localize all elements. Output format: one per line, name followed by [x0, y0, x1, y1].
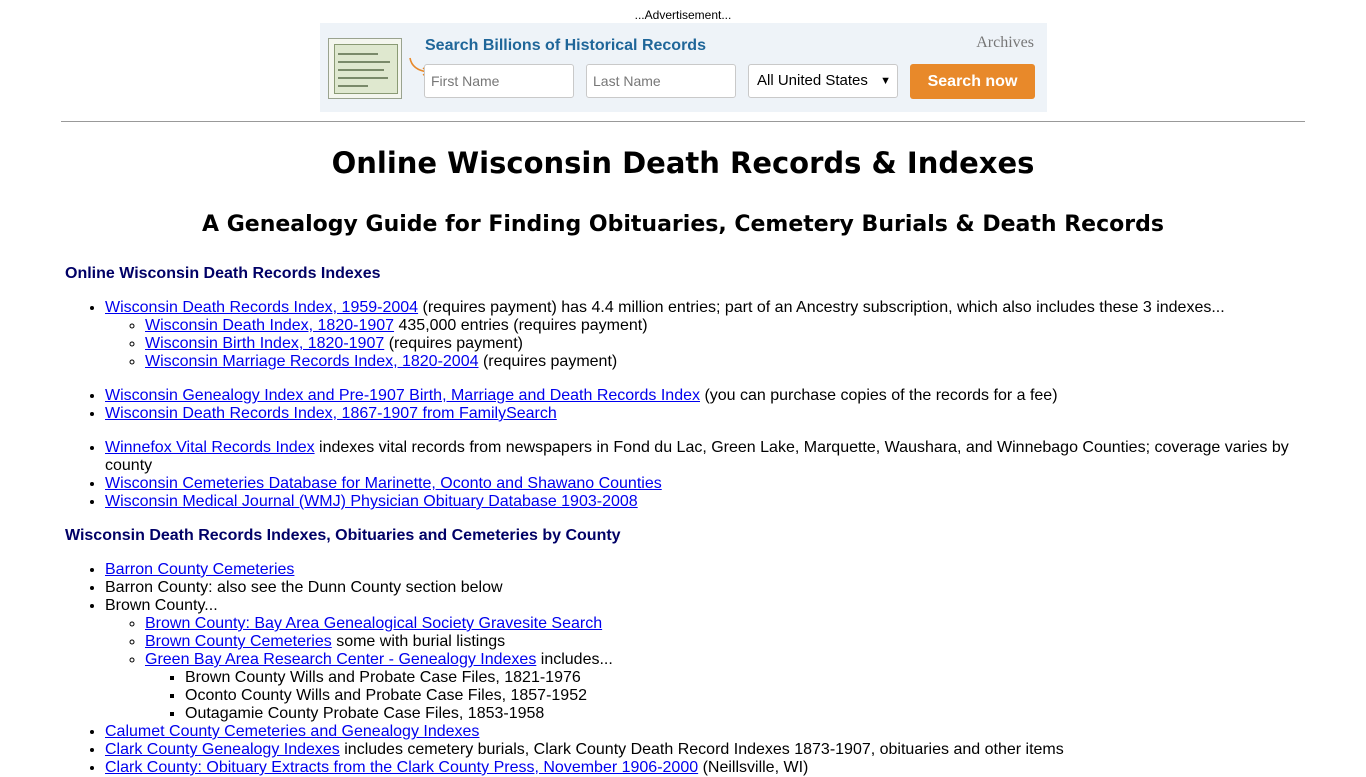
list-item: Barron County: also see the Dunn County … [105, 579, 1300, 597]
last-name-input[interactable] [586, 64, 736, 98]
link[interactable]: Winnefox Vital Records Index [105, 439, 315, 456]
chevron-down-icon: ▼ [880, 75, 891, 87]
link[interactable]: Wisconsin Medical Journal (WMJ) Physicia… [105, 493, 638, 510]
list-item: Green Bay Area Research Center - Genealo… [145, 651, 1300, 723]
list-item: Brown County Wills and Probate Case File… [185, 669, 1300, 687]
list-item: Wisconsin Death Records Index, 1959-2004… [105, 299, 1300, 371]
list-item: Wisconsin Birth Index, 1820-1907 (requir… [145, 335, 1300, 353]
link[interactable]: Barron County Cemeteries [105, 561, 294, 578]
list-item: Wisconsin Genealogy Index and Pre-1907 B… [105, 387, 1300, 405]
link[interactable]: Calumet County Cemeteries and Genealogy … [105, 723, 479, 740]
first-name-input[interactable] [424, 64, 574, 98]
county-list: Barron County Cemeteries Barron County: … [65, 561, 1300, 777]
link[interactable]: Wisconsin Death Index, 1820-1907 [145, 317, 394, 334]
list-item: Outagamie County Probate Case Files, 185… [185, 705, 1300, 723]
link[interactable]: Brown County: Bay Area Genealogical Soci… [145, 615, 602, 632]
link[interactable]: Wisconsin Genealogy Index and Pre-1907 B… [105, 387, 700, 404]
location-selected-value: All United States [757, 72, 868, 89]
search-now-button[interactable]: Search now [910, 64, 1035, 99]
page-subtitle: A Genealogy Guide for Finding Obituaries… [202, 212, 1164, 237]
main-content: Online Wisconsin Death Records Indexes W… [65, 265, 1300, 777]
list-item: Brown County... Brown County: Bay Area G… [105, 597, 1300, 723]
link[interactable]: Green Bay Area Research Center - Genealo… [145, 651, 536, 668]
list-item: Brown County Cemeteries some with burial… [145, 633, 1300, 651]
list-item: Winnefox Vital Records Index indexes vit… [105, 439, 1300, 475]
list-item: Clark County: Obituary Extracts from the… [105, 759, 1300, 777]
link[interactable]: Brown County Cemeteries [145, 633, 332, 650]
horizontal-divider [61, 121, 1305, 122]
archives-ad-banner: Search Billions of Historical Records Ar… [320, 23, 1047, 112]
link[interactable]: Wisconsin Death Records Index, 1867-1907… [105, 405, 557, 422]
location-select[interactable]: All United States ▼ [748, 64, 898, 98]
link[interactable]: Wisconsin Birth Index, 1820-1907 [145, 335, 384, 352]
link[interactable]: Wisconsin Death Records Index, 1959-2004 [105, 299, 418, 316]
list-item: Wisconsin Death Records Index, 1867-1907… [105, 405, 1300, 423]
list-item: Barron County Cemeteries [105, 561, 1300, 579]
page-title: Online Wisconsin Death Records & Indexes [331, 146, 1035, 180]
list-item: Brown County: Bay Area Genealogical Soci… [145, 615, 1300, 633]
advertisement-label: ...Advertisement... [634, 8, 732, 22]
list-item: Calumet County Cemeteries and Genealogy … [105, 723, 1300, 741]
list-item: Wisconsin Medical Journal (WMJ) Physicia… [105, 493, 1300, 511]
ad-headline: Search Billions of Historical Records [425, 37, 706, 54]
list-item: Oconto County Wills and Probate Case Fil… [185, 687, 1300, 705]
county-indexes-heading: Wisconsin Death Records Indexes, Obituar… [65, 527, 621, 544]
link[interactable]: Clark County Genealogy Indexes [105, 741, 340, 758]
list-item: Wisconsin Death Index, 1820-1907 435,000… [145, 317, 1300, 335]
link[interactable]: Wisconsin Cemeteries Database for Marine… [105, 475, 662, 492]
list-item: Wisconsin Marriage Records Index, 1820-2… [145, 353, 1300, 371]
statewide-indexes-heading: Online Wisconsin Death Records Indexes [65, 265, 381, 282]
archives-logo: Archives [976, 34, 1034, 51]
statewide-list: Wisconsin Death Records Index, 1959-2004… [65, 299, 1300, 371]
list-item: Wisconsin Cemeteries Database for Marine… [105, 475, 1300, 493]
link[interactable]: Wisconsin Marriage Records Index, 1820-2… [145, 353, 479, 370]
list-item: Clark County Genealogy Indexes includes … [105, 741, 1300, 759]
death-certificate-thumbnail [328, 38, 402, 99]
